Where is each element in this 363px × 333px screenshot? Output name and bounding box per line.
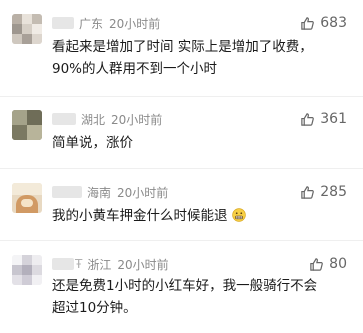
comment-location: 湖北 bbox=[81, 112, 106, 127]
comment-time: 20小时前 bbox=[111, 112, 163, 127]
thumbs-up-icon bbox=[301, 185, 315, 199]
comment-meta: Ŧ 浙江 20小时前 bbox=[52, 255, 169, 273]
comment-location: 浙江 bbox=[87, 257, 112, 272]
comment-line: 看起来是增加了时间 实际上是增加了收费， bbox=[52, 39, 313, 55]
like-button[interactable]: 361 bbox=[300, 110, 347, 128]
like-count: 683 bbox=[320, 15, 347, 31]
username-redacted bbox=[52, 186, 82, 198]
username-fragment: Ŧ bbox=[75, 257, 83, 271]
grimace-emoji-icon bbox=[232, 208, 246, 222]
comment-text: 我的小黄车押金什么时候能退 bbox=[52, 205, 353, 227]
thumbs-up-icon bbox=[301, 16, 315, 30]
comment-meta: 湖北 20小时前 bbox=[52, 110, 162, 128]
divider bbox=[0, 240, 363, 241]
comment-location: 广东 bbox=[79, 16, 104, 31]
comment-time: 20小时前 bbox=[117, 185, 169, 200]
comment-text: 看起来是增加了时间 实际上是增加了收费， 90%的人群用不到一个小时 bbox=[52, 36, 353, 80]
comment-item: 海南 20小时前 285 我的小黄车押金什么时候能退 bbox=[0, 183, 363, 233]
comment-item: 广东 20小时前 683 看起来是增加了时间 实际上是增加了收费， 90%的人群… bbox=[0, 14, 363, 84]
comment-line: 90%的人群用不到一个小时 bbox=[52, 61, 218, 77]
comment-text: 还是免费1小时的小红车好，我一般骑行不会 超过10分钟。 bbox=[52, 275, 353, 319]
comment-line: 我的小黄车押金什么时候能退 bbox=[52, 208, 228, 224]
comment-line: 超过10分钟。 bbox=[52, 300, 137, 316]
avatar[interactable] bbox=[12, 255, 42, 285]
avatar[interactable] bbox=[12, 183, 42, 213]
like-button[interactable]: 80 bbox=[309, 255, 347, 273]
comment-line: 还是免费1小时的小红车好，我一般骑行不会 bbox=[52, 278, 318, 294]
like-button[interactable]: 683 bbox=[300, 14, 347, 32]
comment-meta: 海南 20小时前 bbox=[52, 183, 168, 201]
avatar[interactable] bbox=[12, 14, 42, 44]
like-count: 285 bbox=[320, 184, 347, 200]
comment-item: 湖北 20小时前 361 简单说，涨价 bbox=[0, 110, 363, 160]
divider bbox=[0, 168, 363, 169]
divider bbox=[0, 96, 363, 97]
comment-line-wrap: 我的小黄车押金什么时候能退 bbox=[52, 205, 353, 227]
username-redacted bbox=[52, 17, 74, 29]
like-button[interactable]: 285 bbox=[300, 183, 347, 201]
comment-time: 20小时前 bbox=[109, 16, 161, 31]
username-redacted bbox=[52, 258, 74, 270]
comment-meta: 广东 20小时前 bbox=[52, 14, 160, 32]
comment-text: 简单说，涨价 bbox=[52, 132, 353, 154]
comment-line: 简单说，涨价 bbox=[52, 135, 133, 151]
like-count: 361 bbox=[320, 111, 347, 127]
username-redacted bbox=[52, 113, 76, 125]
thumbs-up-icon bbox=[310, 257, 324, 271]
avatar[interactable] bbox=[12, 110, 42, 140]
thumbs-up-icon bbox=[301, 112, 315, 126]
comment-item: Ŧ 浙江 20小时前 80 还是免费1小时的小红车好，我一般骑行不会 超过10分… bbox=[0, 255, 363, 325]
comment-time: 20小时前 bbox=[117, 257, 169, 272]
like-count: 80 bbox=[329, 256, 347, 272]
comment-location: 海南 bbox=[87, 185, 112, 200]
